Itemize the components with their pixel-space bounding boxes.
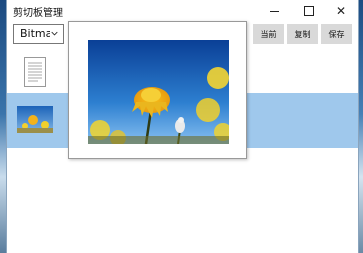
format-dropdown-value: Bitmap	[20, 27, 50, 40]
maximize-button[interactable]	[295, 0, 323, 22]
close-button[interactable]: ✕	[327, 0, 355, 22]
chevron-down-icon	[51, 31, 58, 36]
format-dropdown[interactable]: Bitmap	[13, 24, 64, 44]
maximize-icon	[304, 6, 314, 16]
minimize-button[interactable]	[260, 0, 288, 22]
preview-image	[88, 40, 229, 144]
minimize-icon	[269, 10, 279, 12]
current-button[interactable]: 当前	[253, 24, 284, 44]
title-bar[interactable]: 剪切板管理 ✕	[7, 0, 358, 22]
close-icon: ✕	[335, 4, 347, 18]
document-icon[interactable]	[24, 57, 46, 87]
image-preview-popup	[68, 21, 247, 159]
image-thumbnail[interactable]	[17, 106, 53, 133]
window-title: 剪切板管理	[13, 8, 63, 19]
save-button[interactable]: 保存	[321, 24, 352, 44]
clipboard-manager-window: 剪切板管理 ✕ Bitmap 当前 复制 保存	[6, 0, 359, 253]
copy-button[interactable]: 复制	[287, 24, 318, 44]
